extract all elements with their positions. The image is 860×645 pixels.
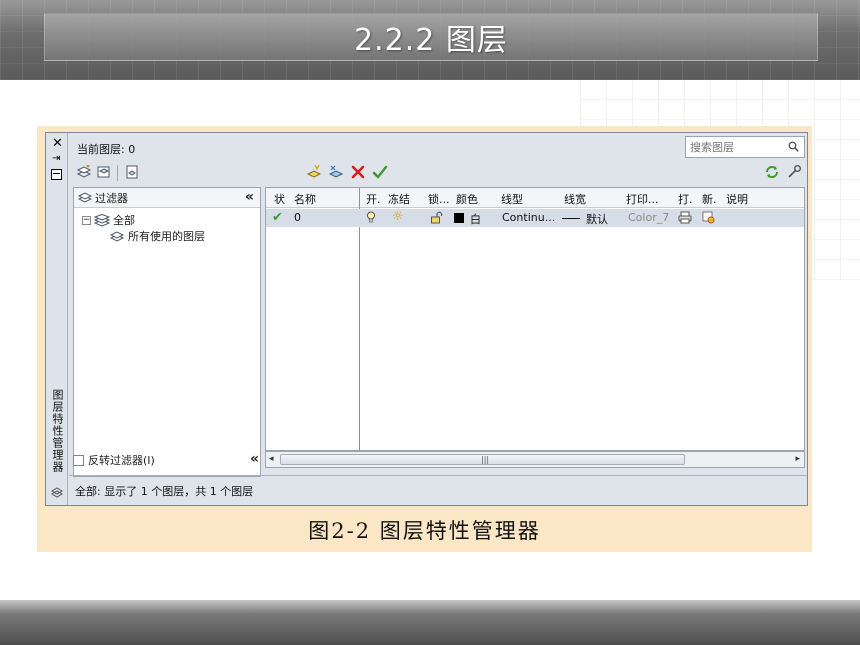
- col-lock[interactable]: 锁...: [428, 191, 450, 207]
- figure-frame: ✕ ⇥ 图层特性管理器 当前图层: 0 搜索图层 过滤器 « − 全部 所有使用…: [37, 126, 812, 552]
- palette-title: 图层特性管理器: [51, 389, 64, 473]
- col-linetype[interactable]: 线型: [501, 191, 523, 207]
- col-plot[interactable]: 打.: [678, 191, 693, 207]
- linetype-cell[interactable]: Continu...: [502, 211, 555, 224]
- layer-stack-icon: [94, 213, 110, 227]
- new-vp-freeze-icon[interactable]: [702, 211, 715, 224]
- new-property-filter-icon: [76, 165, 92, 178]
- current-layer-check-icon: ✔: [272, 210, 283, 225]
- col-on[interactable]: 开.: [366, 191, 381, 207]
- bulb-icon[interactable]: [366, 211, 376, 224]
- layer-list-panel: 状 名称 开. 冻结 锁... 颜色 线型 线宽 打印... 打. 新. 说明 …: [265, 187, 805, 451]
- settings-icon: [788, 165, 801, 178]
- palette-side-strip: ✕ ⇥ 图层特性管理器: [46, 133, 68, 505]
- search-input[interactable]: [690, 140, 780, 154]
- filter-tree-title: 过滤器: [95, 191, 128, 205]
- tree-item-label: 全部: [113, 214, 135, 227]
- layer-states-manager-icon: [126, 165, 138, 179]
- slide-header-band: 2.2.2 图层: [0, 0, 860, 80]
- layer-states-manager-button[interactable]: [123, 163, 141, 181]
- scroll-right-icon[interactable]: ▸: [795, 454, 800, 464]
- invert-filter-row[interactable]: 反转过滤器(I) «: [73, 451, 261, 469]
- close-icon[interactable]: ✕: [52, 136, 63, 151]
- scroll-left-icon[interactable]: ◂: [269, 454, 274, 464]
- col-plot-style[interactable]: 打印...: [626, 191, 659, 207]
- settings-button[interactable]: [785, 163, 803, 181]
- col-color[interactable]: 颜色: [456, 191, 478, 207]
- col-description[interactable]: 说明: [726, 191, 748, 207]
- current-layer-label: 当前图层: 0: [77, 143, 136, 156]
- layer-name-cell[interactable]: 0: [294, 211, 301, 224]
- color-swatch[interactable]: [454, 213, 464, 223]
- figure-caption: 图2-2 图层特性管理器: [308, 519, 541, 543]
- sun-icon[interactable]: ☼: [392, 209, 404, 224]
- invert-filter-checkbox[interactable]: [73, 454, 84, 466]
- filter-tree-header: 过滤器 «: [74, 188, 260, 208]
- new-group-filter-icon: [97, 166, 110, 178]
- col-lineweight[interactable]: 线宽: [564, 191, 586, 207]
- plot-style-cell[interactable]: Color_7: [628, 211, 669, 224]
- search-box[interactable]: [685, 136, 805, 158]
- new-layer-vp-frozen-button[interactable]: [327, 163, 345, 181]
- tree-expand-icon[interactable]: −: [82, 215, 91, 225]
- refresh-icon: [766, 166, 778, 178]
- new-layer-button[interactable]: [305, 163, 323, 181]
- filter-tree-panel: 过滤器 « − 全部 所有使用的图层: [73, 187, 261, 477]
- delete-layer-icon: [351, 165, 365, 179]
- tree-item-all[interactable]: − 全部: [82, 212, 135, 228]
- refresh-button[interactable]: [763, 163, 781, 181]
- col-freeze[interactable]: 冻结: [388, 191, 410, 207]
- new-property-filter-button[interactable]: [75, 163, 93, 181]
- printer-icon[interactable]: [678, 211, 692, 224]
- slide-title: 2.2.2 图层: [354, 23, 508, 58]
- collapse-footer-icon[interactable]: «: [250, 451, 259, 467]
- delete-layer-button[interactable]: [349, 163, 367, 181]
- lineweight-sample: [562, 218, 580, 219]
- set-current-button[interactable]: [371, 163, 389, 181]
- new-layer-vp-frozen-icon: [328, 165, 344, 178]
- tree-item-label: 所有使用的图层: [128, 230, 205, 243]
- toolbar: [75, 161, 803, 185]
- tree-item-used-layers[interactable]: 所有使用的图层: [110, 228, 205, 244]
- lineweight-cell[interactable]: 默认: [586, 211, 608, 227]
- new-layer-icon: [306, 164, 322, 178]
- scroll-grip-icon: |||: [481, 455, 490, 464]
- col-name[interactable]: 名称: [294, 191, 316, 207]
- collapse-tree-icon[interactable]: «: [245, 189, 254, 205]
- horizontal-scrollbar[interactable]: ◂ ||| ▸: [265, 451, 805, 468]
- col-new-vp-freeze[interactable]: 新.: [702, 191, 717, 207]
- color-name-cell[interactable]: 白: [470, 211, 481, 227]
- status-divider: [69, 475, 807, 476]
- slide-title-bar: 2.2.2 图层: [44, 13, 818, 61]
- layers-icon: [51, 487, 63, 498]
- column-divider: [359, 188, 360, 450]
- table-row[interactable]: ✔ 0 ☼ 白 Continu... 默认 Color_7: [266, 209, 804, 227]
- scrollbar-thumb[interactable]: |||: [280, 454, 685, 465]
- pin-icon[interactable]: ⇥: [52, 153, 60, 164]
- new-group-filter-button[interactable]: [95, 163, 113, 181]
- unlock-icon[interactable]: [430, 211, 443, 224]
- manager-main-area: 当前图层: 0 搜索图层 过滤器 « − 全部 所有使用的图层 反转过滤器(I)…: [69, 133, 807, 505]
- invert-filter-label: 反转过滤器(I): [88, 454, 155, 467]
- filter-icon: [78, 191, 92, 203]
- status-text: 全部: 显示了 1 个图层，共 1 个图层: [75, 485, 254, 498]
- slide-footer-band: [0, 600, 860, 645]
- col-status[interactable]: 状: [274, 191, 285, 207]
- filter-layer-icon: [110, 230, 125, 242]
- layer-list-header: 状 名称 开. 冻结 锁... 颜色 线型 线宽 打印... 打. 新. 说明: [266, 188, 804, 208]
- toolbar-separator: [117, 165, 118, 181]
- set-current-icon: [372, 165, 388, 179]
- properties-icon[interactable]: [51, 169, 62, 180]
- layer-properties-manager-window: ✕ ⇥ 图层特性管理器 当前图层: 0 搜索图层 过滤器 « − 全部 所有使用…: [45, 132, 808, 506]
- search-icon[interactable]: [788, 141, 799, 152]
